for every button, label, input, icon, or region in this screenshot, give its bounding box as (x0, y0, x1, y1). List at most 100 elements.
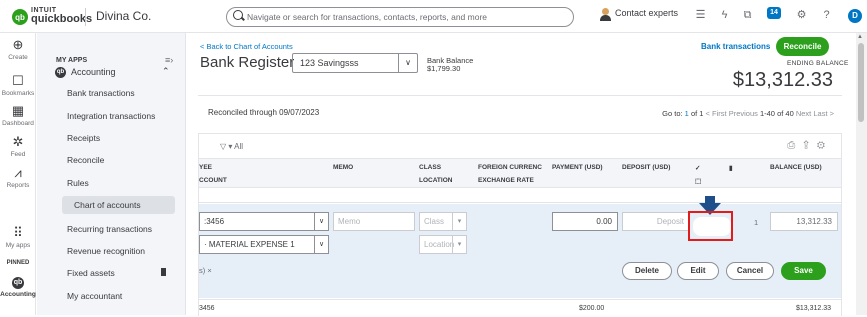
nav-item-integration-transactions[interactable]: Integration transactions (67, 111, 155, 121)
table-header: YEE CCOUNT MEMO CLASS LOCATION FOREIGN C… (199, 158, 841, 188)
account-select-value: 123 Savingsss (300, 58, 359, 68)
col-banking-icon[interactable]: ⬚ (695, 177, 701, 185)
pager-range: 1-40 of 40 (759, 109, 794, 118)
settings-icon[interactable]: ⚙ (817, 140, 833, 151)
table-row-spacer (199, 189, 841, 203)
balance-field: 13,312.33 (770, 212, 838, 231)
user-avatar[interactable]: D (848, 9, 862, 23)
gear-icon[interactable]: ⚙ (795, 9, 808, 22)
col-class[interactable]: CLASS (419, 164, 441, 171)
nav-item-my-accountant[interactable]: My accountant (67, 291, 122, 301)
divider (85, 8, 86, 26)
col-memo[interactable]: MEMO (333, 164, 353, 171)
reconcile-button[interactable]: Reconcile (776, 37, 829, 56)
rail-item-feed[interactable]: ✲ Feed (0, 135, 36, 159)
scrollbar-thumb[interactable] (858, 43, 864, 122)
class-placeholder: Class (424, 217, 445, 226)
account-field[interactable]: · MATERIAL EXPENSE 1 ∨ (199, 235, 329, 254)
company-name[interactable]: Divina Co. (96, 9, 151, 23)
nav-item-rules[interactable]: Rules (67, 178, 89, 188)
col-location[interactable]: LOCATION (419, 177, 452, 184)
quickbooks-logo-icon[interactable]: qb (12, 9, 28, 25)
nav-item-bank-transactions[interactable]: Bank transactions (67, 88, 135, 98)
edit-row: :3456 ∨ Memo Class ▾ 0.00 Deposit 1 13,3… (199, 204, 841, 298)
export-icon[interactable]: ⇪ (803, 140, 817, 151)
col-payee[interactable]: YEE (199, 164, 212, 171)
print-icon[interactable]: ⎙ (787, 140, 803, 151)
nav-item-recurring-transactions[interactable]: Recurring transactions (67, 224, 152, 234)
nav-item-revenue-recognition[interactable]: Revenue recognition (67, 246, 145, 256)
reports-icon: ⩘ (14, 165, 22, 180)
cancel-button[interactable]: Cancel (726, 262, 774, 280)
clear-split-link[interactable]: s) × (199, 266, 212, 275)
col-payment[interactable]: PAYMENT (USD) (552, 164, 603, 171)
back-link[interactable]: < Back to Chart of Accounts (200, 42, 293, 51)
nav-app-accounting[interactable]: Accounting (71, 67, 116, 77)
col-exchange-rate[interactable]: EXCHANGE RATE (478, 177, 534, 184)
rail-item-bookmarks[interactable]: ☐ Bookmarks (0, 74, 36, 98)
search-input[interactable]: Navigate or search for transactions, con… (226, 7, 574, 27)
rail-label-my-apps: My apps (5, 242, 31, 249)
chevron-up-icon[interactable]: ⌃ (162, 66, 170, 77)
nav-item-fixed-assets[interactable]: Fixed assets (67, 268, 115, 278)
nav-item-receipts[interactable]: Receipts (67, 133, 100, 143)
clipboard-icon[interactable]: ☰ (694, 9, 707, 22)
rail-item-my-apps[interactable]: ⠿ My apps (0, 225, 36, 250)
save-button[interactable]: Save (781, 262, 826, 280)
nav-item-chart-of-accounts[interactable]: Chart of accounts (62, 196, 175, 214)
memo-field[interactable]: Memo (333, 212, 415, 231)
brand[interactable]: INTUIT quickbooks (31, 6, 92, 25)
pager-first[interactable]: < First (706, 109, 727, 118)
accounting-app-icon: qb (55, 67, 66, 78)
location-placeholder: Location (424, 240, 455, 249)
rail-label-reports: Reports (6, 182, 30, 189)
nav-section-title: MY APPS (56, 57, 88, 64)
pager-page-input[interactable]: 1 (685, 109, 689, 118)
location-field[interactable]: Location ▾ (419, 235, 467, 254)
bookmark-pin-icon[interactable] (161, 268, 166, 276)
page-title: Bank Register (200, 54, 295, 71)
ending-balance-value: $13,312.33 (732, 69, 833, 91)
rail-item-create[interactable]: ⊕ Create (0, 38, 36, 62)
deposit-field[interactable]: Deposit (622, 212, 690, 231)
col-attachments-icon[interactable]: ▮ (729, 164, 733, 172)
main-content: < Back to Chart of Accounts Bank Registe… (187, 33, 854, 317)
bank-transactions-link[interactable]: Bank transactions (701, 42, 770, 51)
rail-item-accounting[interactable]: qb Accounting (0, 277, 36, 298)
notifications-badge[interactable]: 14 (767, 7, 781, 19)
edit-button[interactable]: Edit (677, 262, 719, 280)
register-table: ▽ ▾ All ⎙⇪⚙ YEE CCOUNT MEMO CLASS LOCATI… (198, 133, 842, 317)
col-account[interactable]: CCOUNT (199, 177, 227, 184)
register-panel: Reconciled through 09/07/2023 Go to: 1 o… (198, 95, 842, 317)
account-select[interactable]: 123 Savingsss ∨ (292, 53, 418, 73)
col-reconcile-status[interactable]: ✓ (695, 164, 700, 172)
nav-item-reconcile[interactable]: Reconcile (67, 155, 104, 165)
highlight-box (688, 211, 733, 241)
filter-value: All (234, 142, 244, 151)
row-payee: 3456 (199, 305, 215, 312)
col-deposit[interactable]: DEPOSIT (USD) (622, 164, 670, 171)
contact-experts-link[interactable]: Contact experts (615, 8, 678, 18)
pager-previous[interactable]: Previous (729, 109, 758, 118)
apps-icon[interactable]: ⧉ (741, 9, 754, 22)
filter-dropdown[interactable]: ▽ ▾ All (220, 142, 243, 151)
rail-item-reports[interactable]: ⩘ Reports (0, 165, 36, 190)
col-foreign-currency[interactable]: FOREIGN CURRENC (478, 164, 542, 171)
scroll-up-arrow-icon[interactable]: ▲ (857, 34, 863, 40)
expert-avatar-icon (600, 8, 611, 21)
class-field[interactable]: Class ▾ (419, 212, 467, 231)
table-row[interactable]: 3456 $200.00 $13,312.33 (199, 299, 841, 317)
col-balance[interactable]: BALANCE (USD) (770, 164, 822, 171)
lightning-icon[interactable]: ϟ (718, 9, 731, 22)
payee-field[interactable]: :3456 ∨ (199, 212, 329, 231)
apps-grid-icon: ⠿ (13, 225, 23, 240)
collapse-nav-icon[interactable]: ≡› (165, 55, 173, 65)
pager-next[interactable]: Next (796, 109, 811, 118)
delete-button[interactable]: Delete (622, 262, 672, 280)
bank-balance-value: $1,799.30 (427, 64, 461, 73)
rail-label-feed: Feed (10, 151, 26, 158)
pager-last[interactable]: Last > (813, 109, 834, 118)
help-icon[interactable]: ? (820, 9, 833, 22)
payment-field[interactable]: 0.00 (552, 212, 618, 231)
rail-item-dashboard[interactable]: ▦ Dashboard (0, 104, 36, 128)
